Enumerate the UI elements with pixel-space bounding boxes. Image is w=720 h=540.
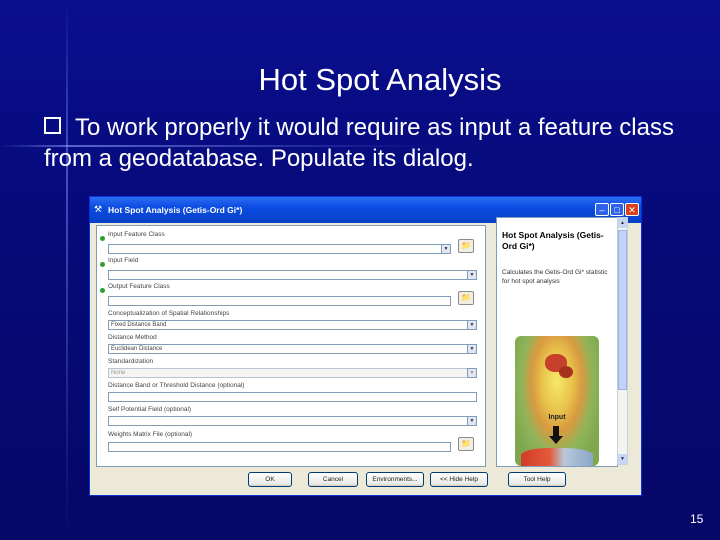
chevron-down-icon[interactable]: ▼ — [467, 270, 477, 280]
cancel-button[interactable]: Cancel — [308, 472, 358, 487]
hot-spot-map-image: Input — [515, 336, 599, 466]
input-feature-class-label: Input Feature Class — [108, 231, 165, 238]
dialog-title: Hot Spot Analysis (Getis-Ord Gi*) — [108, 205, 243, 215]
distance-method-select[interactable]: Euclidean Distance — [108, 344, 477, 354]
page-number: 15 — [690, 512, 704, 526]
input-field-label: Input Field — [108, 257, 139, 264]
distance-band-field[interactable] — [108, 392, 477, 402]
map-input-label: Input — [548, 414, 566, 421]
weights-matrix-label: Weights Matrix File (optional) — [108, 431, 193, 438]
browse-folder-button[interactable]: 📁 — [458, 437, 474, 451]
chevron-down-icon[interactable]: ▼ — [441, 244, 451, 254]
scroll-up-icon[interactable]: ▲ — [618, 218, 627, 228]
environments-button[interactable]: Environments... — [366, 472, 424, 487]
conceptualization-select[interactable]: Fixed Distance Band — [108, 320, 477, 330]
output-feature-class-label: Output Feature Class — [108, 283, 170, 290]
slide-bullet-text: To work properly it would require as inp… — [44, 114, 674, 172]
scrollbar-thumb[interactable] — [618, 230, 627, 390]
scroll-down-icon[interactable]: ▼ — [618, 454, 627, 464]
required-indicator-icon — [100, 262, 105, 267]
required-indicator-icon — [100, 288, 105, 293]
output-map-preview — [521, 448, 593, 466]
output-feature-class-field[interactable] — [108, 296, 451, 306]
conceptualization-label: Conceptualization of Spatial Relationshi… — [108, 310, 230, 317]
hot-spot-cluster — [559, 366, 573, 378]
weights-matrix-field[interactable] — [108, 442, 451, 452]
input-field-select[interactable] — [108, 270, 477, 280]
required-indicator-icon — [100, 236, 105, 241]
browse-folder-button[interactable]: 📁 — [458, 239, 474, 253]
browse-folder-button[interactable]: 📁 — [458, 291, 474, 305]
self-potential-select[interactable] — [108, 416, 477, 426]
tool-help-button[interactable]: Tool Help — [508, 472, 566, 487]
ok-button[interactable]: OK — [248, 472, 292, 487]
slide-title: Hot Spot Analysis — [258, 62, 502, 97]
chevron-down-icon[interactable]: ▼ — [467, 416, 477, 426]
distance-band-label: Distance Band or Threshold Distance (opt… — [108, 382, 245, 389]
help-scrollbar[interactable]: ▲ ▼ — [617, 217, 628, 465]
standardization-label: Standardization — [108, 358, 154, 365]
help-panel: Hot Spot Analysis (Getis-Ord Gi*) Calcul… — [496, 217, 618, 467]
parameters-panel: Input Feature Class ▼ 📁 Input Field ▼ Ou… — [96, 225, 486, 467]
checkbox-bullet-icon — [44, 117, 61, 134]
minimize-button[interactable]: – — [595, 203, 609, 216]
help-title: Hot Spot Analysis (Getis-Ord Gi*) — [502, 230, 604, 251]
chevron-down-icon[interactable]: ▼ — [467, 344, 477, 354]
input-feature-class-field[interactable] — [108, 244, 451, 254]
help-description: Calculates the Getis-Ord Gi* statistic f… — [502, 269, 608, 285]
distance-method-label: Distance Method — [108, 334, 157, 341]
chevron-down-icon[interactable]: ▼ — [467, 320, 477, 330]
hide-help-button[interactable]: << Hide Help — [430, 472, 488, 487]
arrow-down-icon — [549, 436, 563, 444]
standardization-select[interactable]: None — [108, 368, 477, 378]
toolbox-icon: ⚒ — [94, 204, 103, 214]
self-potential-label: Self Potential Field (optional) — [108, 406, 192, 413]
chevron-down-icon[interactable]: ▼ — [467, 368, 477, 378]
slide-bullet: To work properly it would require as inp… — [44, 112, 714, 174]
close-button[interactable]: ✕ — [625, 203, 639, 216]
hot-spot-dialog: ⚒ Hot Spot Analysis (Getis-Ord Gi*) – □ … — [89, 196, 642, 496]
maximize-button[interactable]: □ — [610, 203, 624, 216]
